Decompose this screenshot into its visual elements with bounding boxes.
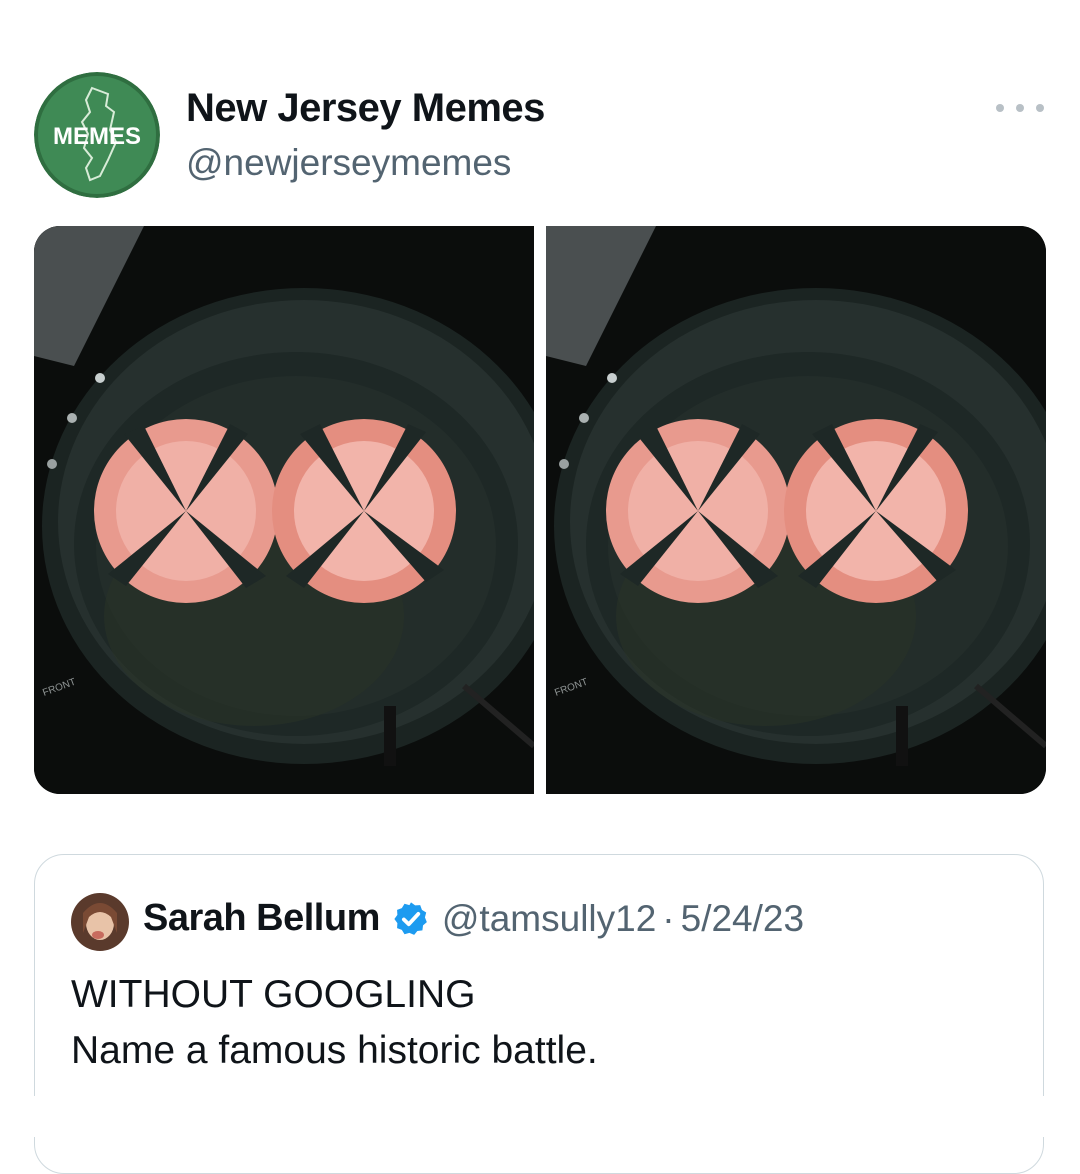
more-dot bbox=[1036, 104, 1044, 112]
dot-separator: · bbox=[662, 897, 675, 939]
quoted-header: Sarah Bellum @tamsully12 · 5/24/23 bbox=[143, 897, 804, 940]
quoted-avatar[interactable] bbox=[71, 893, 129, 951]
quoted-date[interactable]: 5/24/23 bbox=[681, 898, 804, 940]
quoted-text-line: WITHOUT GOOGLING bbox=[71, 973, 476, 1016]
quoted-author-name[interactable]: Sarah Bellum bbox=[143, 897, 380, 940]
quoted-text-line: Name a famous historic battle. bbox=[71, 1029, 598, 1072]
tweet-media[interactable]: FRONT FRONT bbox=[34, 226, 1046, 794]
frying-pan-photo-right[interactable]: FRONT bbox=[546, 226, 1046, 794]
author-name[interactable]: New Jersey Memes bbox=[186, 86, 545, 131]
quoted-text: WITHOUT GOOGLING Name a famous historic … bbox=[71, 967, 598, 1079]
avatar-logo-text: MEMES bbox=[53, 123, 141, 150]
more-dot bbox=[996, 104, 1004, 112]
author-avatar[interactable]: MEMES bbox=[34, 72, 160, 198]
verified-badge-icon bbox=[394, 901, 427, 935]
author-handle[interactable]: @newjerseymemes bbox=[186, 142, 511, 184]
bottom-crop bbox=[0, 1096, 1080, 1137]
more-dot bbox=[1016, 104, 1024, 112]
frying-pan-photo-left[interactable]: FRONT bbox=[34, 226, 534, 794]
more-options-icon[interactable] bbox=[996, 96, 1044, 120]
quoted-author-handle[interactable]: @tamsully12 bbox=[442, 898, 656, 940]
